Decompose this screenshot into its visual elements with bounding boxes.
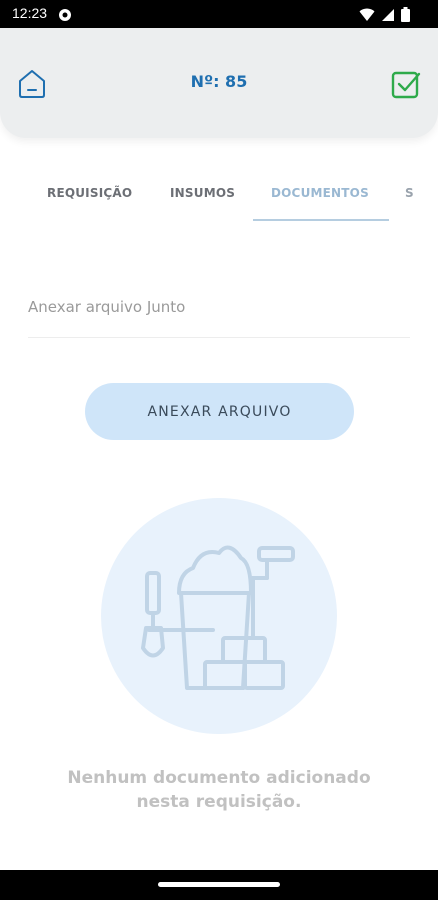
active-tab-indicator: [253, 219, 389, 221]
attachment-input[interactable]: [28, 290, 410, 316]
tab-partial[interactable]: S: [405, 186, 417, 200]
wifi-icon: [359, 7, 375, 26]
home-indicator[interactable]: [158, 882, 280, 887]
page-title: Nº: 85: [190, 72, 248, 91]
notification-icon: [58, 7, 72, 21]
empty-state-message: Nenhum documento adicionado nesta requis…: [20, 766, 418, 814]
system-nav-bar: [0, 870, 438, 900]
attach-file-button[interactable]: ANEXAR ARQUIVO: [85, 383, 354, 440]
construction-materials-icon: [141, 545, 295, 690]
tab-insumos[interactable]: INSUMOS: [170, 186, 235, 200]
empty-state-line-2: nesta requisição.: [136, 792, 302, 812]
status-icons: [359, 7, 410, 26]
confirm-button[interactable]: [390, 68, 422, 100]
attachment-field: [28, 290, 410, 338]
battery-icon: [401, 7, 410, 26]
signal-icon: [381, 7, 395, 26]
tab-bar: REQUISIÇÃO INSUMOS DOCUMENTOS S: [0, 172, 438, 222]
empty-state-line-1: Nenhum documento adicionado: [67, 768, 371, 788]
status-bar: 12:23: [0, 0, 438, 28]
app-header: Nº: 85: [0, 28, 438, 138]
status-time: 12:23: [12, 5, 48, 21]
tab-requisicao[interactable]: REQUISIÇÃO: [47, 186, 132, 200]
tab-documentos[interactable]: DOCUMENTOS: [271, 186, 369, 200]
checkbox-check-icon: [391, 71, 421, 99]
